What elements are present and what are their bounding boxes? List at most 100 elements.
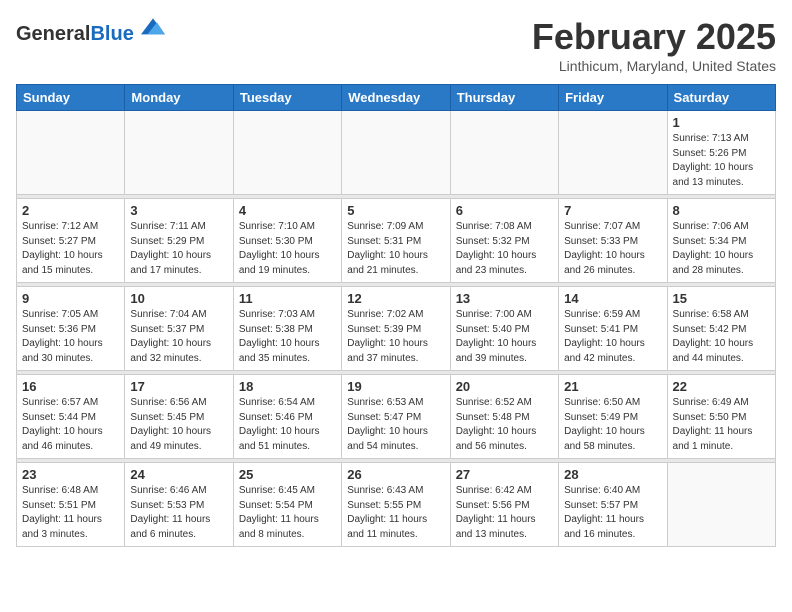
- month-title: February 2025: [532, 16, 776, 58]
- weekday-header-monday: Monday: [125, 85, 233, 111]
- weekday-header-row: SundayMondayTuesdayWednesdayThursdayFrid…: [17, 85, 776, 111]
- calendar-day: 19 Sunrise: 6:53 AM Sunset: 5:47 PM Dayli…: [342, 375, 450, 459]
- calendar-day: [450, 111, 558, 195]
- day-number: 27: [456, 467, 553, 482]
- day-number: 13: [456, 291, 553, 306]
- calendar-day: 9 Sunrise: 7:05 AM Sunset: 5:36 PM Daylig…: [17, 287, 125, 371]
- calendar-day: 6 Sunrise: 7:08 AM Sunset: 5:32 PM Daylig…: [450, 199, 558, 283]
- weekday-header-wednesday: Wednesday: [342, 85, 450, 111]
- calendar-day: 2 Sunrise: 7:12 AM Sunset: 5:27 PM Daylig…: [17, 199, 125, 283]
- day-number: 12: [347, 291, 444, 306]
- day-info: Sunrise: 7:03 AM Sunset: 5:38 PM Dayligh…: [239, 308, 336, 366]
- day-info: Sunrise: 7:05 AM Sunset: 5:36 PM Dayligh…: [22, 308, 119, 366]
- day-number: 11: [239, 291, 336, 306]
- calendar-day: 10 Sunrise: 7:04 AM Sunset: 5:37 PM Dayli…: [125, 287, 233, 371]
- day-info: Sunrise: 6:56 AM Sunset: 5:45 PM Dayligh…: [130, 396, 227, 454]
- logo-general: General: [16, 23, 90, 45]
- calendar-day: 17 Sunrise: 6:56 AM Sunset: 5:45 PM Dayli…: [125, 375, 233, 459]
- day-info: Sunrise: 6:59 AM Sunset: 5:41 PM Dayligh…: [564, 308, 661, 366]
- calendar-day: 1 Sunrise: 7:13 AM Sunset: 5:26 PM Daylig…: [667, 111, 775, 195]
- day-info: Sunrise: 6:43 AM Sunset: 5:55 PM Dayligh…: [347, 484, 444, 542]
- calendar-week-2: 2 Sunrise: 7:12 AM Sunset: 5:27 PM Daylig…: [17, 199, 776, 283]
- calendar-day: [342, 111, 450, 195]
- day-info: Sunrise: 7:10 AM Sunset: 5:30 PM Dayligh…: [239, 220, 336, 278]
- day-number: 19: [347, 379, 444, 394]
- day-number: 23: [22, 467, 119, 482]
- day-info: Sunrise: 6:42 AM Sunset: 5:56 PM Dayligh…: [456, 484, 553, 542]
- day-number: 18: [239, 379, 336, 394]
- day-number: 25: [239, 467, 336, 482]
- calendar-day: 4 Sunrise: 7:10 AM Sunset: 5:30 PM Daylig…: [233, 199, 341, 283]
- calendar-day: 26 Sunrise: 6:43 AM Sunset: 5:55 PM Dayli…: [342, 463, 450, 547]
- day-number: 26: [347, 467, 444, 482]
- day-number: 2: [22, 203, 119, 218]
- logo-blue: Blue: [90, 23, 133, 45]
- calendar-day: 28 Sunrise: 6:40 AM Sunset: 5:57 PM Dayli…: [559, 463, 667, 547]
- day-info: Sunrise: 6:53 AM Sunset: 5:47 PM Dayligh…: [347, 396, 444, 454]
- day-number: 17: [130, 379, 227, 394]
- day-info: Sunrise: 7:13 AM Sunset: 5:26 PM Dayligh…: [673, 132, 770, 190]
- weekday-header-saturday: Saturday: [667, 85, 775, 111]
- calendar-day: [125, 111, 233, 195]
- day-number: 4: [239, 203, 336, 218]
- day-number: 5: [347, 203, 444, 218]
- calendar-day: 24Sunrise: 6:46 AM Sunset: 5:53 PM Dayli…: [125, 463, 233, 547]
- day-number: 10: [130, 291, 227, 306]
- calendar-day: [667, 463, 775, 547]
- calendar-day: 25 Sunrise: 6:45 AM Sunset: 5:54 PM Dayli…: [233, 463, 341, 547]
- day-number: 28: [564, 467, 661, 482]
- day-info: Sunrise: 6:52 AM Sunset: 5:48 PM Dayligh…: [456, 396, 553, 454]
- title-block: February 2025 Linthicum, Maryland, Unite…: [532, 16, 776, 74]
- calendar-day: [559, 111, 667, 195]
- day-info: Sunrise: 7:11 AM Sunset: 5:29 PM Dayligh…: [130, 220, 227, 278]
- day-info: Sunrise: 7:06 AM Sunset: 5:34 PM Dayligh…: [673, 220, 770, 278]
- day-number: 20: [456, 379, 553, 394]
- calendar-day: 16Sunrise: 6:57 AM Sunset: 5:44 PM Dayli…: [17, 375, 125, 459]
- day-info: Sunrise: 7:07 AM Sunset: 5:33 PM Dayligh…: [564, 220, 661, 278]
- calendar-day: 13 Sunrise: 7:00 AM Sunset: 5:40 PM Dayli…: [450, 287, 558, 371]
- calendar-day: 3 Sunrise: 7:11 AM Sunset: 5:29 PM Daylig…: [125, 199, 233, 283]
- day-number: 15: [673, 291, 770, 306]
- calendar-day: 7Sunrise: 7:07 AM Sunset: 5:33 PM Daylig…: [559, 199, 667, 283]
- location-title: Linthicum, Maryland, United States: [532, 58, 776, 74]
- calendar-day: 23 Sunrise: 6:48 AM Sunset: 5:51 PM Dayli…: [17, 463, 125, 547]
- day-info: Sunrise: 6:57 AM Sunset: 5:44 PM Dayligh…: [22, 396, 119, 454]
- day-number: 1: [673, 115, 770, 130]
- day-number: 14: [564, 291, 661, 306]
- day-info: Sunrise: 6:58 AM Sunset: 5:42 PM Dayligh…: [673, 308, 770, 366]
- day-info: Sunrise: 6:45 AM Sunset: 5:54 PM Dayligh…: [239, 484, 336, 542]
- day-number: 8: [673, 203, 770, 218]
- day-info: Sunrise: 7:08 AM Sunset: 5:32 PM Dayligh…: [456, 220, 553, 278]
- day-number: 3: [130, 203, 227, 218]
- calendar-day: 22 Sunrise: 6:49 AM Sunset: 5:50 PM Dayli…: [667, 375, 775, 459]
- day-number: 9: [22, 291, 119, 306]
- day-info: Sunrise: 7:04 AM Sunset: 5:37 PM Dayligh…: [130, 308, 227, 366]
- weekday-header-sunday: Sunday: [17, 85, 125, 111]
- day-info: Sunrise: 7:02 AM Sunset: 5:39 PM Dayligh…: [347, 308, 444, 366]
- day-info: Sunrise: 6:40 AM Sunset: 5:57 PM Dayligh…: [564, 484, 661, 542]
- day-info: Sunrise: 6:49 AM Sunset: 5:50 PM Dayligh…: [673, 396, 770, 454]
- logo-icon: [141, 16, 165, 40]
- calendar-day: 21 Sunrise: 6:50 AM Sunset: 5:49 PM Dayli…: [559, 375, 667, 459]
- calendar-day: 14 Sunrise: 6:59 AM Sunset: 5:41 PM Dayli…: [559, 287, 667, 371]
- calendar-day: 8 Sunrise: 7:06 AM Sunset: 5:34 PM Daylig…: [667, 199, 775, 283]
- day-info: Sunrise: 7:09 AM Sunset: 5:31 PM Dayligh…: [347, 220, 444, 278]
- day-info: Sunrise: 6:48 AM Sunset: 5:51 PM Dayligh…: [22, 484, 119, 542]
- calendar-day: 18Sunrise: 6:54 AM Sunset: 5:46 PM Dayli…: [233, 375, 341, 459]
- day-number: 22: [673, 379, 770, 394]
- day-number: 21: [564, 379, 661, 394]
- day-info: Sunrise: 7:00 AM Sunset: 5:40 PM Dayligh…: [456, 308, 553, 366]
- weekday-header-friday: Friday: [559, 85, 667, 111]
- calendar-day: 27 Sunrise: 6:42 AM Sunset: 5:56 PM Dayli…: [450, 463, 558, 547]
- calendar-day: 15 Sunrise: 6:58 AM Sunset: 5:42 PM Dayli…: [667, 287, 775, 371]
- day-number: 6: [456, 203, 553, 218]
- calendar-table: SundayMondayTuesdayWednesdayThursdayFrid…: [16, 84, 776, 547]
- calendar-day: [233, 111, 341, 195]
- day-info: Sunrise: 6:50 AM Sunset: 5:49 PM Dayligh…: [564, 396, 661, 454]
- day-info: Sunrise: 7:12 AM Sunset: 5:27 PM Dayligh…: [22, 220, 119, 278]
- calendar-week-3: 9 Sunrise: 7:05 AM Sunset: 5:36 PM Daylig…: [17, 287, 776, 371]
- weekday-header-thursday: Thursday: [450, 85, 558, 111]
- calendar-day: [17, 111, 125, 195]
- calendar-day: 11 Sunrise: 7:03 AM Sunset: 5:38 PM Dayli…: [233, 287, 341, 371]
- calendar-day: 12 Sunrise: 7:02 AM Sunset: 5:39 PM Dayli…: [342, 287, 450, 371]
